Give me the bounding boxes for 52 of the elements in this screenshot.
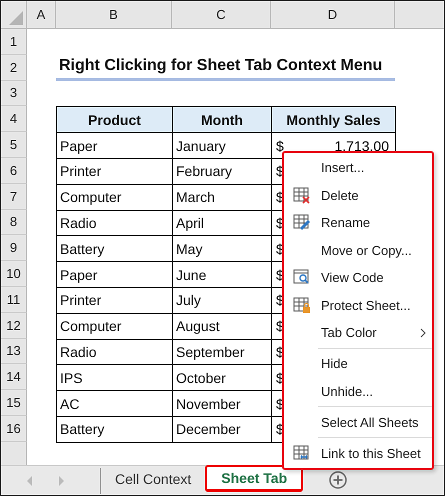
row-header[interactable]: 8 [1, 210, 27, 236]
row-header[interactable]: 16 [1, 416, 27, 442]
sheet-tab[interactable]: Cell Context [101, 466, 206, 492]
amount-text: 1,713.00 [334, 138, 389, 154]
menu-item[interactable]: Select All Sheets [284, 405, 432, 436]
add-sheet-icon[interactable] [329, 471, 348, 489]
row-header[interactable]: 2 [1, 54, 27, 81]
menu-item[interactable]: Insert... [284, 154, 432, 182]
row-header[interactable]: 14 [1, 364, 27, 390]
table-header-cell: Product [56, 106, 173, 134]
row-header[interactable]: 3 [1, 80, 27, 106]
table-cell: Battery [56, 416, 173, 443]
chevron-right-icon [420, 328, 426, 338]
row-header[interactable]: 6 [1, 158, 27, 184]
window-magnifier-icon [293, 269, 311, 286]
row-header[interactable]: 7 [1, 184, 27, 210]
currency-symbol: $ [276, 138, 284, 154]
menu-item[interactable]: View Code [284, 264, 432, 292]
scroll-left-icon[interactable] [27, 476, 33, 486]
menu-item[interactable]: Protect Sheet... [284, 292, 432, 319]
column-header[interactable]: A [27, 1, 56, 29]
row-header[interactable]: 9 [1, 235, 27, 262]
row-header[interactable]: 4 [1, 106, 27, 132]
menu-item[interactable]: Link to this Sheet [284, 436, 432, 467]
row-header[interactable]: 10 [1, 261, 27, 287]
row-header[interactable]: 5 [1, 132, 27, 158]
menu-item[interactable]: Unhide... [284, 378, 432, 405]
row-header[interactable]: 13 [1, 338, 27, 364]
table-header-cell: Monthly Sales [271, 106, 396, 134]
row-header[interactable]: 11 [1, 286, 27, 313]
menu-item[interactable]: Tab Color [284, 319, 432, 346]
scroll-right-icon[interactable] [59, 476, 65, 486]
row-header[interactable]: 15 [1, 390, 27, 416]
sheet-tab[interactable]: Sheet Tab [205, 465, 304, 492]
row-header[interactable] [1, 442, 27, 465]
row-header[interactable]: 12 [1, 312, 27, 339]
menu-item[interactable]: Delete [284, 182, 432, 209]
select-all-corner[interactable] [1, 1, 27, 29]
column-header[interactable]: D [271, 1, 395, 29]
table-delete-icon [293, 186, 311, 204]
table-header-cell: Month [172, 106, 272, 134]
column-header[interactable]: C [172, 1, 271, 29]
row-header[interactable]: 1 [1, 29, 27, 55]
menu-item[interactable]: Move or Copy... [284, 236, 432, 264]
menu-item[interactable]: Rename [284, 209, 432, 236]
table-lock-icon [293, 296, 311, 314]
menu-item[interactable]: Hide [284, 346, 432, 378]
column-header[interactable] [395, 1, 444, 29]
table-pencil-icon [293, 214, 311, 232]
table-link-icon [293, 444, 311, 462]
column-header[interactable]: B [56, 1, 172, 29]
sheet-title: Right Clicking for Sheet Tab Context Menu [56, 56, 395, 81]
